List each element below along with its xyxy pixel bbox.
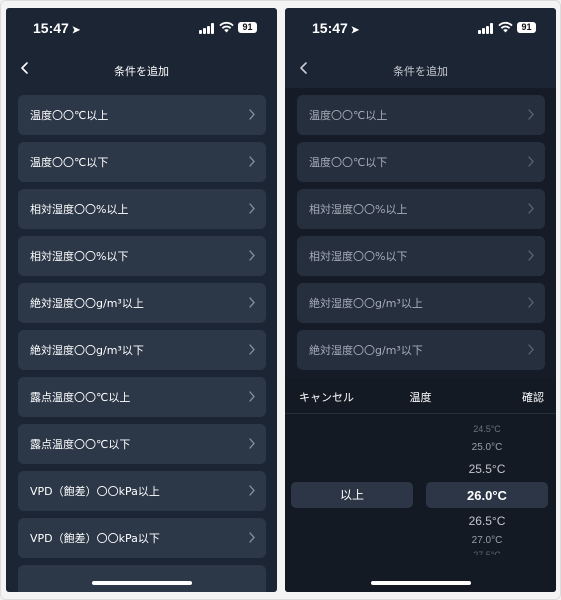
cellular-signal-icon xyxy=(478,23,493,34)
page-title: 条件を追加 xyxy=(393,65,448,78)
condition-label: VPD（飽差）〇〇kPa以下 xyxy=(30,532,160,545)
condition-label: 温度〇〇℃以上 xyxy=(30,109,109,122)
condition-item[interactable]: 温度〇〇℃以上 xyxy=(18,95,266,135)
location-arrow-icon: ➤ xyxy=(350,25,360,36)
chevron-right-icon xyxy=(249,109,255,120)
chevron-right-icon xyxy=(249,438,255,449)
value-picker-option[interactable]: 27.0°C xyxy=(426,535,548,546)
cellular-signal-icon xyxy=(199,23,214,34)
condition-label: 温度〇〇℃以下 xyxy=(30,156,109,169)
battery-icon: 91 xyxy=(517,22,536,33)
condition-item[interactable]: 相対湿度〇〇%以下 xyxy=(18,236,266,276)
condition-label: 相対湿度〇〇%以上 xyxy=(30,203,129,216)
condition-label: 露点温度〇〇℃以下 xyxy=(30,438,131,451)
condition-item: 絶対湿度〇〇g/m³以下 xyxy=(297,330,545,370)
home-indicator xyxy=(371,581,471,585)
value-picker-option[interactable]: 27.5°C xyxy=(426,550,548,555)
chevron-right-icon xyxy=(528,109,534,120)
condition-item[interactable]: VPD（飽差）〇〇kPa以上 xyxy=(18,471,266,511)
condition-label: 絶対湿度〇〇g/m³以上 xyxy=(30,297,144,310)
wifi-icon xyxy=(498,21,513,33)
condition-item[interactable]: 絶対湿度〇〇g/m³以上 xyxy=(18,283,266,323)
condition-item: 絶対湿度〇〇g/m³以上 xyxy=(297,283,545,323)
status-bar: 15:47 ➤ 91 xyxy=(285,8,556,48)
condition-list: 温度〇〇℃以上 温度〇〇℃以下 相対湿度〇〇%以上 相対湿度〇〇%以下 絶対湿度… xyxy=(297,95,545,377)
value-picker-option[interactable]: 25.5°C xyxy=(426,462,548,476)
condition-item: 温度〇〇℃以下 xyxy=(297,142,545,182)
condition-label: 絶対湿度〇〇g/m³以下 xyxy=(30,344,144,357)
value-picker-option[interactable]: 26.5°C xyxy=(426,514,548,528)
condition-label: 相対湿度〇〇%以上 xyxy=(309,203,408,216)
condition-item[interactable]: 温度〇〇℃以下 xyxy=(18,142,266,182)
condition-label: 絶対湿度〇〇g/m³以下 xyxy=(309,344,423,357)
chevron-right-icon xyxy=(249,156,255,167)
chevron-right-icon xyxy=(249,485,255,496)
condition-item: 温度〇〇℃以上 xyxy=(297,95,545,135)
chevron-right-icon xyxy=(528,203,534,214)
condition-list: 温度〇〇℃以上 温度〇〇℃以下 相対湿度〇〇%以上 相対湿度〇〇%以下 絶対湿度… xyxy=(18,95,266,592)
condition-item: 相対湿度〇〇%以上 xyxy=(297,189,545,229)
chevron-right-icon xyxy=(249,391,255,402)
value-picker-option[interactable]: 24.5°C xyxy=(426,424,548,434)
status-bar: 15:47 ➤ 91 xyxy=(6,8,277,48)
chevron-right-icon xyxy=(249,297,255,308)
condition-label: 相対湿度〇〇%以下 xyxy=(309,250,408,263)
direction-picker-selected[interactable]: 以上 xyxy=(291,482,413,508)
chevron-right-icon xyxy=(528,156,534,167)
condition-item[interactable]: 絶対湿度〇〇g/m³以下 xyxy=(18,330,266,370)
status-time: 15:47 ➤ xyxy=(312,20,360,36)
condition-item-partial[interactable] xyxy=(18,565,266,592)
value-picker-selected[interactable]: 26.0°C xyxy=(426,488,548,503)
condition-label: 露点温度〇〇℃以上 xyxy=(30,391,131,404)
condition-item[interactable]: 露点温度〇〇℃以下 xyxy=(18,424,266,464)
phone-screen-temperature-picker: 15:47 ➤ 91 条件を追加 温度〇〇℃以上 温度〇〇℃以下 相対湿度〇〇%以… xyxy=(285,8,556,592)
chevron-right-icon xyxy=(249,532,255,543)
picker-title: 温度 xyxy=(409,391,432,404)
navigation-bar: 条件を追加 xyxy=(6,48,277,90)
chevron-right-icon xyxy=(249,344,255,355)
chevron-right-icon xyxy=(528,344,534,355)
status-time: 15:47 ➤ xyxy=(33,20,81,36)
condition-label: 温度〇〇℃以上 xyxy=(309,109,388,122)
navigation-bar: 条件を追加 xyxy=(285,48,556,90)
condition-item[interactable]: 露点温度〇〇℃以上 xyxy=(18,377,266,417)
chevron-right-icon xyxy=(528,250,534,261)
wifi-icon xyxy=(219,21,234,33)
confirm-button[interactable]: 確認 xyxy=(522,389,544,405)
chevron-right-icon xyxy=(528,297,534,308)
chevron-right-icon xyxy=(249,203,255,214)
condition-label: 相対湿度〇〇%以下 xyxy=(30,250,129,263)
value-picker-option[interactable]: 25.0°C xyxy=(426,442,548,453)
condition-label: VPD（飽差）〇〇kPa以上 xyxy=(30,485,160,498)
home-indicator xyxy=(92,581,192,585)
condition-label: 絶対湿度〇〇g/m³以上 xyxy=(309,297,423,310)
condition-item[interactable]: 相対湿度〇〇%以上 xyxy=(18,189,266,229)
picker-sheet-header: キャンセル 温度 確認 xyxy=(285,378,556,414)
page-title: 条件を追加 xyxy=(114,65,169,78)
picker-sheet: キャンセル 温度 確認 以上 24.5°C 25.0°C 25.5°C 26.0… xyxy=(285,378,556,592)
condition-item: 相対湿度〇〇%以下 xyxy=(297,236,545,276)
condition-item[interactable]: VPD（飽差）〇〇kPa以下 xyxy=(18,518,266,558)
phone-screen-condition-list: 15:47 ➤ 91 条件を追加 温度〇〇℃以上 温度〇〇℃以下 相対湿度〇〇%以… xyxy=(6,8,277,592)
condition-label: 温度〇〇℃以下 xyxy=(309,156,388,169)
location-arrow-icon: ➤ xyxy=(71,25,81,36)
battery-icon: 91 xyxy=(238,22,257,33)
chevron-right-icon xyxy=(249,250,255,261)
